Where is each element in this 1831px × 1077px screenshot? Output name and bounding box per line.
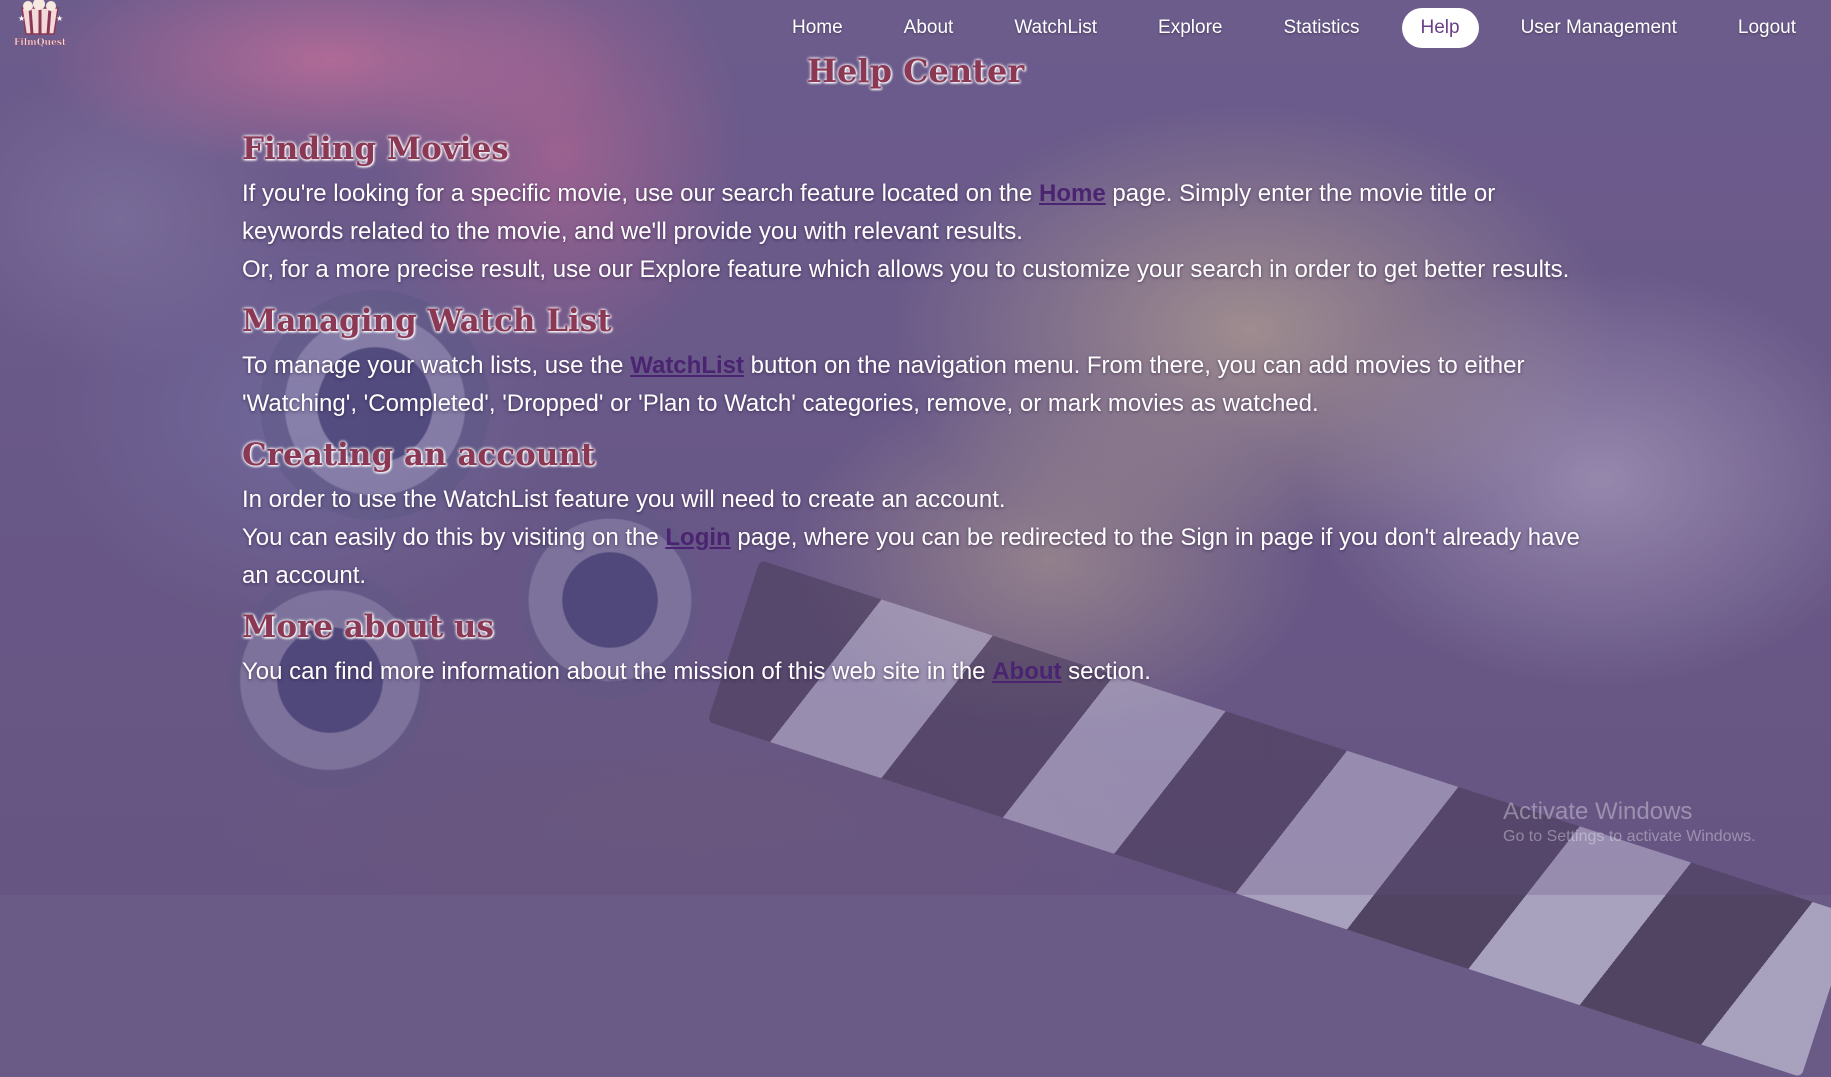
filmquest-logo[interactable]: ★ ★ FilmQuest [12, 0, 68, 50]
logo-text: FilmQuest [14, 38, 67, 48]
watermark-title: Activate Windows [1503, 798, 1693, 825]
paragraph-text: You can easily do this by visiting on th… [242, 524, 666, 551]
about-link[interactable]: About [992, 658, 1061, 685]
section-paragraph: In order to use the WatchList feature yo… [242, 486, 1006, 513]
nav-watchlist[interactable]: WatchList [995, 8, 1116, 48]
login-link[interactable]: Login [665, 524, 730, 551]
watermark-subtitle: Go to Settings to activate Windows. [1503, 828, 1756, 845]
nav-home[interactable]: Home [773, 8, 862, 48]
section-managing-watch-list: Managing Watch List To manage your watch… [242, 303, 1592, 423]
section-paragraph: You can easily do this by visiting on th… [242, 519, 1592, 595]
nav-statistics[interactable]: Statistics [1264, 8, 1378, 48]
home-link[interactable]: Home [1039, 180, 1106, 207]
paragraph-text: If you're looking for a specific movie, … [242, 180, 1040, 207]
svg-text:★: ★ [56, 14, 63, 23]
section-heading: More about us [242, 609, 494, 645]
section-heading: Managing Watch List [242, 303, 612, 339]
section-heading: Finding Movies [242, 131, 509, 167]
nav-logout[interactable]: Logout [1719, 8, 1815, 48]
section-more-about-us: More about us You can find more informat… [242, 609, 1592, 691]
paragraph-text: To manage your watch lists, use the [242, 352, 631, 379]
paragraph-text: section. [1061, 658, 1151, 685]
watchlist-link[interactable]: WatchList [630, 352, 744, 379]
section-paragraph: To manage your watch lists, use the Watc… [242, 347, 1592, 423]
section-finding-movies: Finding Movies If you're looking for a s… [242, 131, 1592, 289]
section-paragraph: If you're looking for a specific movie, … [242, 175, 1592, 251]
paragraph-text: You can find more information about the … [242, 658, 993, 685]
main-nav: Home About WatchList Explore Statistics … [750, 8, 1815, 48]
nav-explore[interactable]: Explore [1139, 8, 1241, 48]
section-paragraph: You can find more information about the … [242, 653, 1592, 691]
section-paragraph: Or, for a more precise result, use our E… [242, 256, 1570, 283]
nav-user-management[interactable]: User Management [1502, 8, 1696, 48]
nav-about[interactable]: About [885, 8, 973, 48]
svg-text:★: ★ [18, 14, 25, 23]
help-content: Finding Movies If you're looking for a s… [242, 131, 1592, 705]
nav-help[interactable]: Help [1401, 8, 1479, 48]
page-title: Help Center [806, 52, 1025, 90]
section-creating-account: Creating an account In order to use the … [242, 437, 1592, 595]
windows-activation-watermark: Activate Windows Go to Settings to activ… [1503, 798, 1756, 846]
section-heading: Creating an account [242, 437, 596, 473]
